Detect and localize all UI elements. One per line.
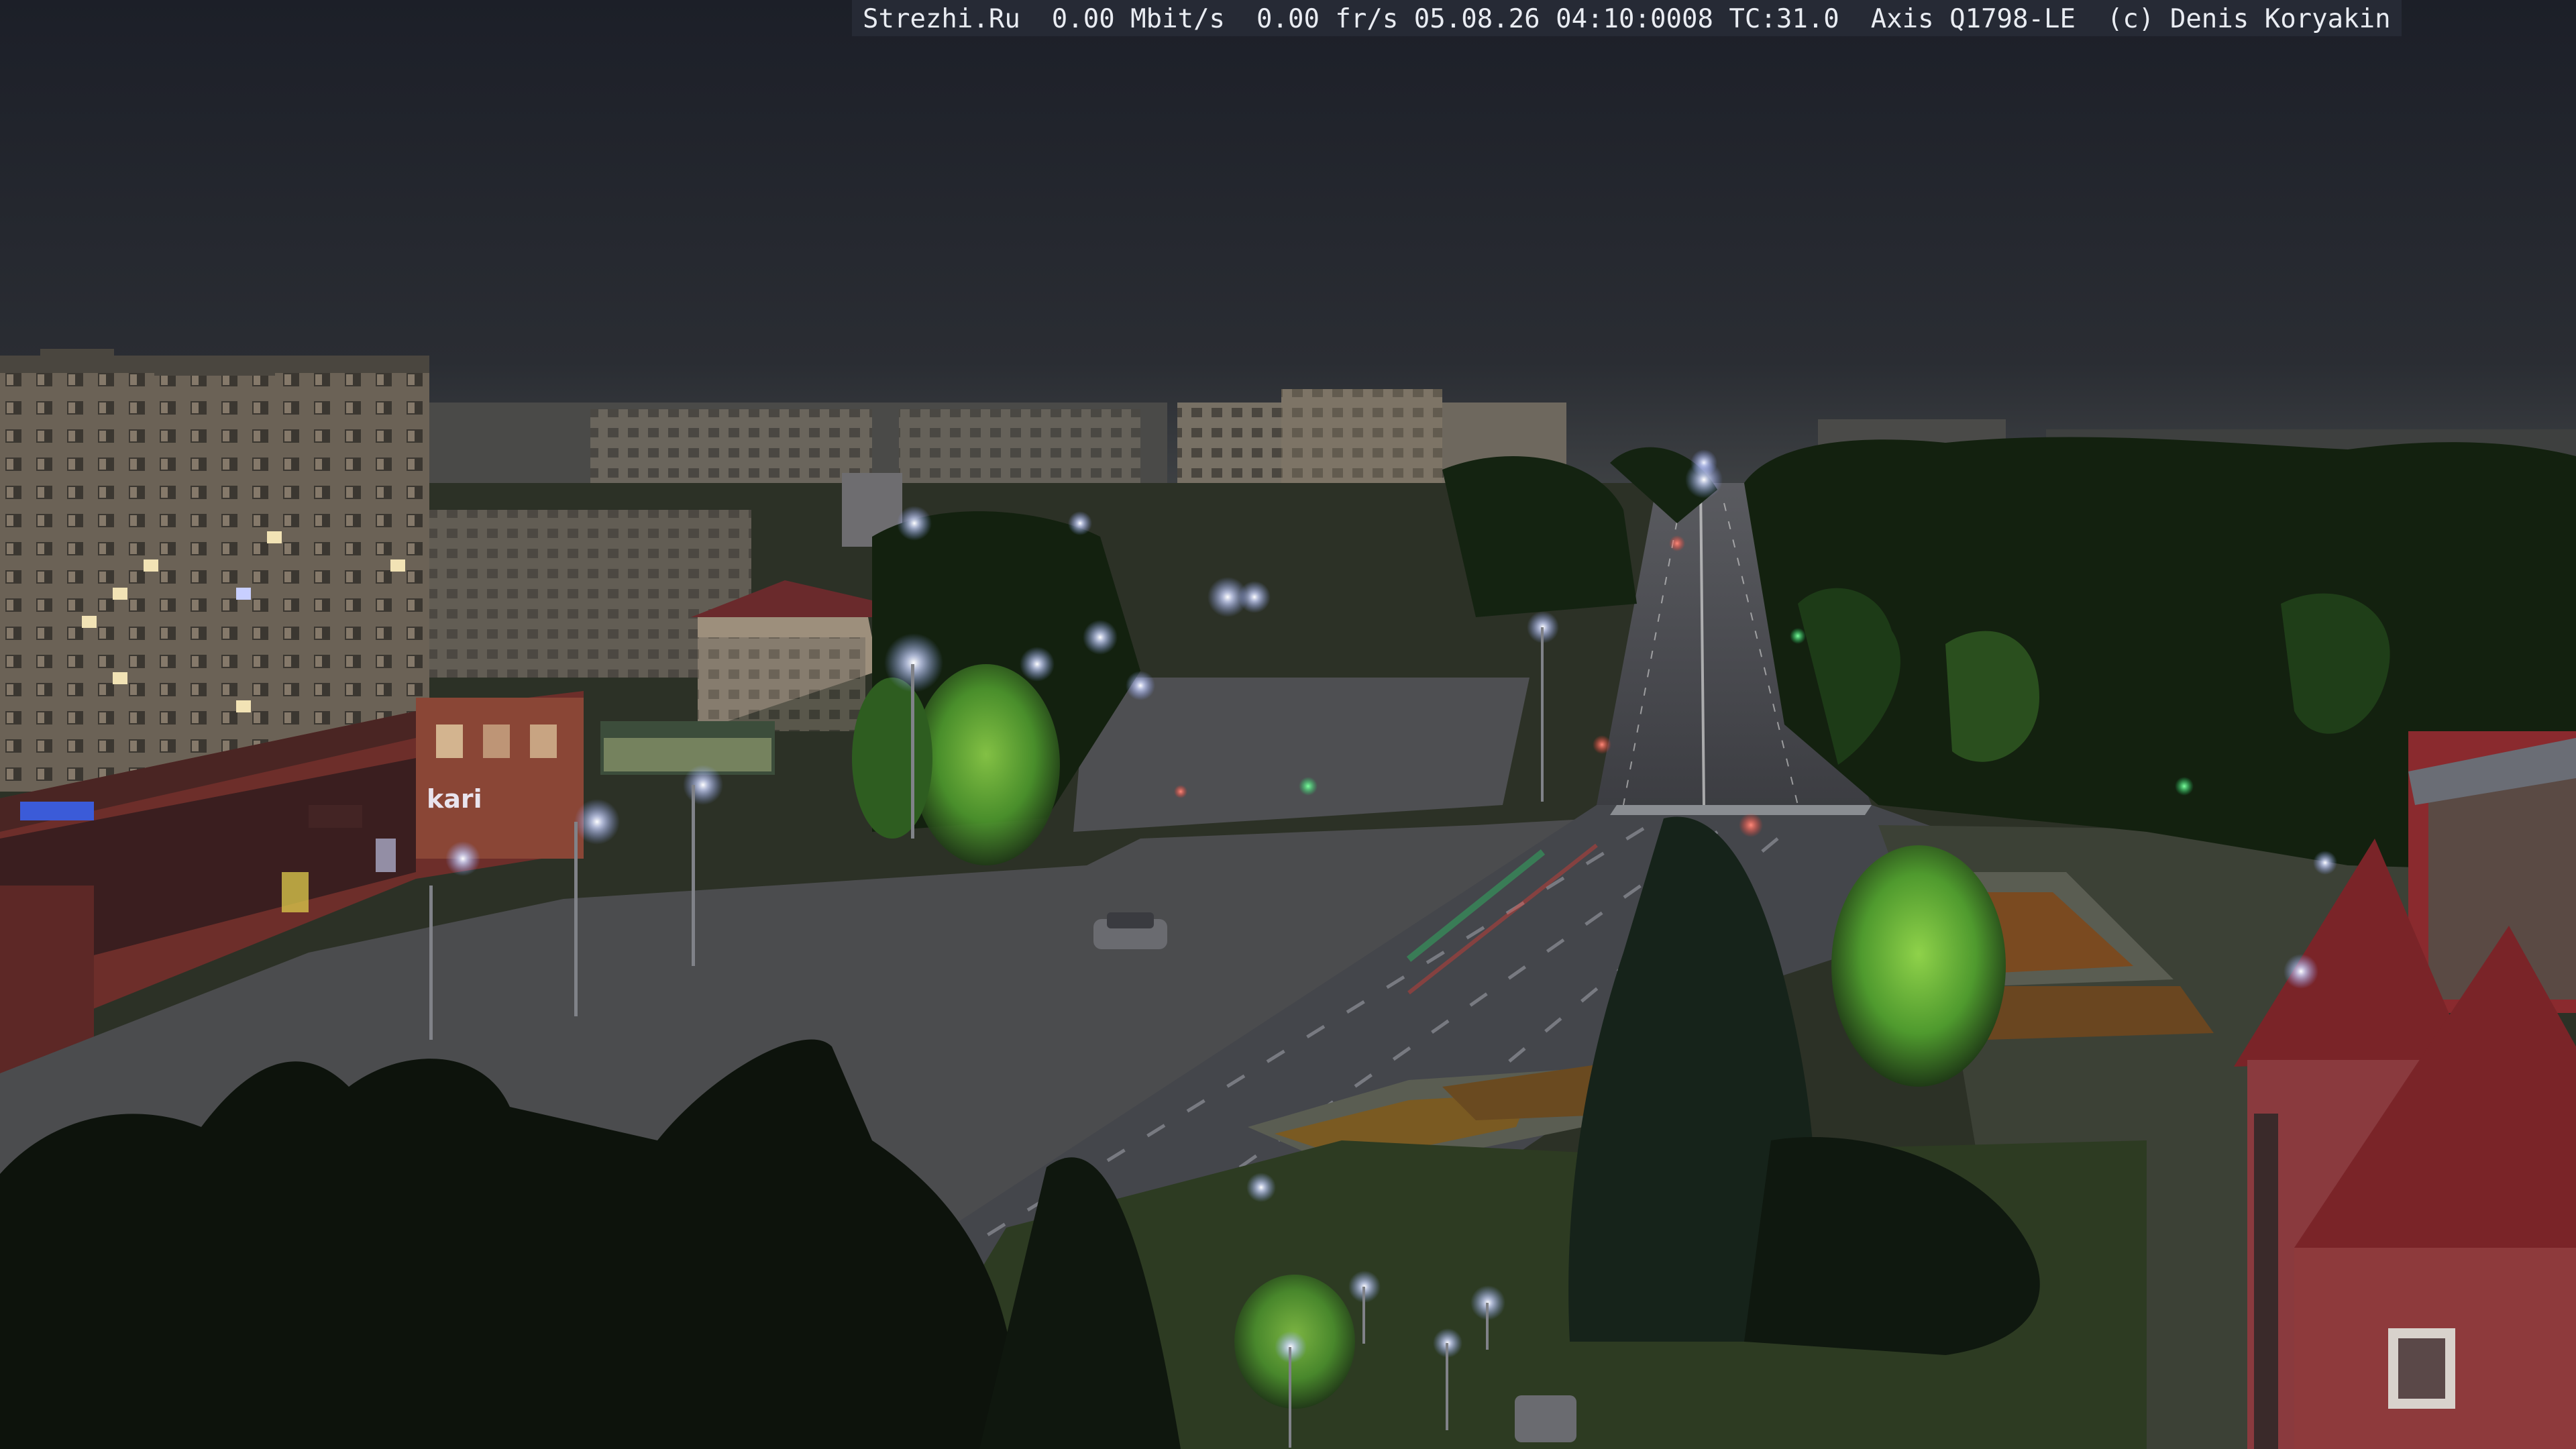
car-bottom [1515,1395,1576,1442]
webcam-frame: kari Strezhi.Ru 0.00 Mbit/s 0.00 fr/s 05… [0,0,2576,1449]
store-sign-kari: kari [427,784,482,814]
night-city-scene: kari [0,0,2576,1449]
camera-overlay-text: Strezhi.Ru 0.00 Mbit/s 0.00 fr/s 05.08.2… [852,0,2402,36]
